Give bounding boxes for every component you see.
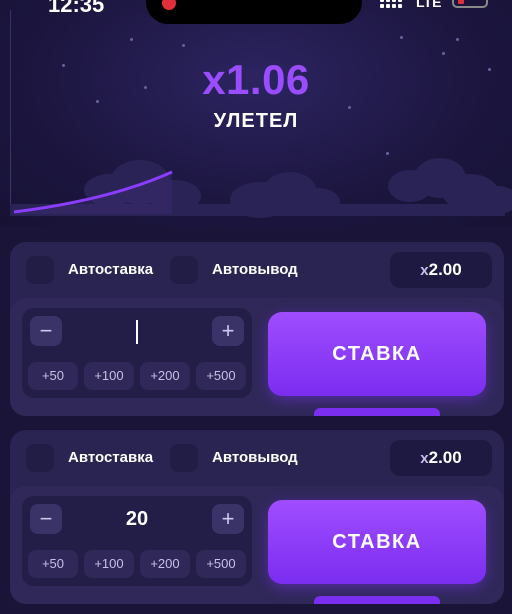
auto-cashout-toggle[interactable] xyxy=(170,256,198,284)
status-bar: 12:35 LTE xyxy=(0,0,512,24)
auto-cashout-label: Автовывод xyxy=(212,449,298,466)
auto-bet-toggle[interactable] xyxy=(26,256,54,284)
round-status: УЛЕТЕЛ xyxy=(213,110,299,132)
crash-multiplier: x1.06 xyxy=(202,56,310,103)
text-cursor xyxy=(136,320,138,344)
game-area: x1.06 УЛЕТЕЛ xyxy=(0,0,512,226)
auto-cashout-value: 2.00 xyxy=(428,448,462,467)
quick-add-50-button[interactable]: +50 xyxy=(28,362,78,390)
bet-amount-input[interactable]: 20 xyxy=(72,504,202,534)
bet-button-tab xyxy=(314,596,440,604)
quick-add-50-button[interactable]: +50 xyxy=(28,550,78,578)
quick-add-100-button[interactable]: +100 xyxy=(84,550,134,578)
battery-icon xyxy=(452,0,488,8)
multiplier-prefix: x xyxy=(420,450,429,467)
decrease-amount-button[interactable]: − xyxy=(30,504,62,534)
bet-controls: − + +50 +100 +200 +500 СТАВКА xyxy=(10,298,504,416)
bet-panel: Автоставка Автовывод x2.00 − 20 + +50 +1… xyxy=(10,430,504,604)
auto-cashout-multiplier-input[interactable]: x2.00 xyxy=(390,440,492,476)
place-bet-button[interactable]: СТАВКА xyxy=(268,500,486,584)
auto-cashout-value: 2.00 xyxy=(428,260,462,279)
auto-cashout-label: Автовывод xyxy=(212,261,298,278)
decrease-amount-button[interactable]: − xyxy=(30,316,62,346)
bet-amount-control: − + +50 +100 +200 +500 xyxy=(22,308,252,398)
auto-cashout-toggle[interactable] xyxy=(170,444,198,472)
increase-amount-button[interactable]: + xyxy=(212,316,244,346)
network-type: LTE xyxy=(416,0,442,10)
increase-amount-button[interactable]: + xyxy=(212,504,244,534)
quick-add-200-button[interactable]: +200 xyxy=(140,550,190,578)
signal-icon xyxy=(380,0,406,10)
bet-panel: Автоставка Автовывод x2.00 − + +50 +100 … xyxy=(10,242,504,416)
clock: 12:35 xyxy=(48,0,105,17)
quick-add-500-button[interactable]: +500 xyxy=(196,550,246,578)
quick-add-500-button[interactable]: +500 xyxy=(196,362,246,390)
multiplier-prefix: x xyxy=(420,262,429,279)
bet-button-tab xyxy=(314,408,440,416)
bet-amount-control: − 20 + +50 +100 +200 +500 xyxy=(22,496,252,586)
quick-add-100-button[interactable]: +100 xyxy=(84,362,134,390)
auto-bet-label: Автоставка xyxy=(68,449,154,466)
quick-add-200-button[interactable]: +200 xyxy=(140,362,190,390)
auto-cashout-multiplier-input[interactable]: x2.00 xyxy=(390,252,492,288)
bet-controls: − 20 + +50 +100 +200 +500 СТАВКА xyxy=(10,486,504,604)
auto-bet-label: Автоставка xyxy=(68,261,154,278)
place-bet-button[interactable]: СТАВКА xyxy=(268,312,486,396)
dynamic-island xyxy=(146,0,362,24)
auto-bet-toggle[interactable] xyxy=(26,444,54,472)
